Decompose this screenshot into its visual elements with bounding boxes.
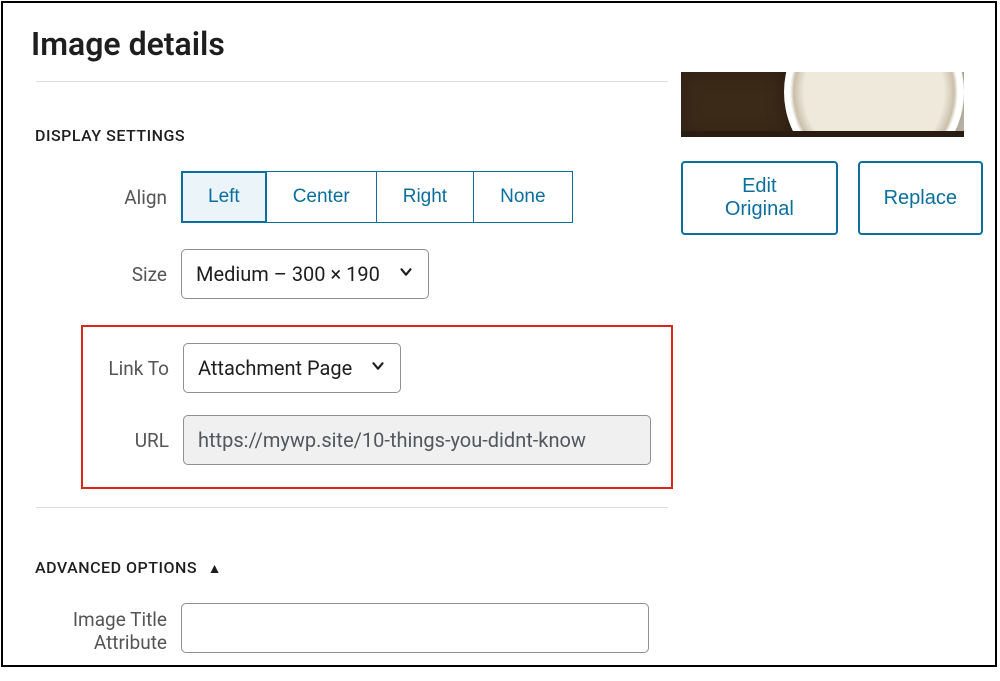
image-title-attribute-input[interactable]	[181, 603, 649, 653]
align-button-group: Left Center Right None	[181, 171, 573, 223]
align-right-button[interactable]: Right	[376, 171, 473, 223]
size-select-wrap: Medium – 300 × 190	[181, 249, 429, 299]
align-center-button[interactable]: Center	[266, 171, 376, 223]
align-none-button[interactable]: None	[473, 171, 572, 223]
image-title-attribute-row: Image Title Attribute	[31, 603, 673, 655]
display-settings-heading: DISPLAY SETTINGS	[31, 82, 673, 171]
settings-column: DISPLAY SETTINGS Align Left Center Right…	[3, 73, 673, 681]
size-row: Size Medium – 300 × 190	[31, 249, 673, 299]
url-label: URL	[83, 429, 183, 452]
replace-button[interactable]: Replace	[858, 161, 983, 235]
edit-original-button[interactable]: Edit Original	[681, 161, 838, 235]
link-to-label: Link To	[83, 357, 183, 380]
align-left-button[interactable]: Left	[181, 171, 266, 223]
advanced-options-label: ADVANCED OPTIONS	[35, 558, 197, 577]
link-to-select-wrap: Attachment Page	[183, 343, 401, 393]
link-to-row: Link To Attachment Page	[83, 343, 671, 393]
link-to-select[interactable]: Attachment Page	[183, 343, 401, 393]
url-row: URL https://mywp.site/10-things-you-didn…	[83, 415, 671, 465]
link-highlight-box: Link To Attachment Page URL https://mywp…	[81, 325, 673, 489]
align-label: Align	[31, 186, 181, 209]
size-label: Size	[31, 263, 181, 286]
image-details-dialog: Image details DISPLAY SETTINGS Align Lef…	[1, 1, 997, 667]
dialog-title: Image details	[3, 3, 995, 73]
advanced-options-heading[interactable]: ADVANCED OPTIONS ▲	[31, 508, 673, 603]
size-select[interactable]: Medium – 300 × 190	[181, 249, 429, 299]
triangle-up-icon: ▲	[208, 560, 222, 577]
image-thumbnail	[681, 72, 964, 137]
image-title-attribute-label: Image Title Attribute	[31, 603, 181, 655]
url-field[interactable]: https://mywp.site/10-things-you-didnt-kn…	[183, 415, 651, 465]
preview-column: Edit Original Replace	[673, 73, 995, 235]
image-actions: Edit Original Replace	[681, 161, 983, 235]
align-row: Align Left Center Right None	[31, 171, 673, 223]
main-content: DISPLAY SETTINGS Align Left Center Right…	[3, 73, 995, 681]
